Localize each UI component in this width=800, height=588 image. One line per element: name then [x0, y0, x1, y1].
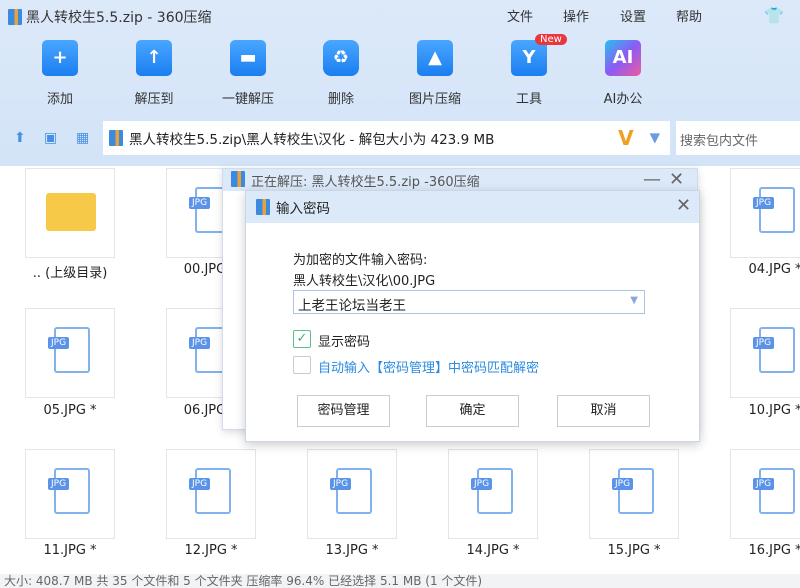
- folder-icon: [46, 193, 96, 231]
- address-bar[interactable]: 黑人转校生5.5.zip\黑人转校生\汉化 - 解包大小为 423.9 MB V ▼: [103, 121, 670, 155]
- header: 黑人转校生5.5.zip - 360压缩 文件 操作 设置 帮助 👕 + 添加 ↑…: [0, 0, 800, 166]
- zip-icon: [231, 171, 245, 187]
- status-bar: 大小: 408.7 MB 共 35 个文件和 5 个文件夹 压缩率 96.4% …: [0, 574, 800, 588]
- jpg-file-icon: JPG: [753, 337, 775, 349]
- file-item[interactable]: JPG: [448, 449, 538, 539]
- jpg-file-icon: JPG: [471, 478, 493, 490]
- parent-folder[interactable]: [25, 168, 115, 258]
- jpg-file-icon: JPG: [753, 478, 775, 490]
- extract-to-button[interactable]: ↑ 解压到: [114, 40, 194, 107]
- image-file-icon: ▲: [417, 40, 453, 76]
- add-icon: +: [42, 40, 78, 76]
- jpg-file-icon: JPG: [48, 337, 70, 349]
- file-item[interactable]: JPG: [730, 308, 800, 398]
- jpg-file-icon: JPG: [189, 197, 211, 209]
- recycle-bin-icon: ♻: [323, 40, 359, 76]
- password-manager-button[interactable]: 密码管理: [297, 395, 390, 427]
- password-dialog: 输入密码 ✕ 为加密的文件输入密码: 黑人转校生\汉化\00.JPG 上老王论坛…: [245, 190, 700, 442]
- password-input[interactable]: 上老王论坛当老王 ▼: [293, 290, 645, 314]
- menu-settings[interactable]: 设置: [620, 6, 646, 25]
- file-item[interactable]: JPG: [307, 449, 397, 539]
- zip-icon: [8, 9, 22, 25]
- window-title: 黑人转校生5.5.zip - 360压缩: [8, 7, 212, 27]
- show-password-checkbox[interactable]: ✓: [293, 330, 311, 348]
- close-icon[interactable]: ✕: [669, 169, 684, 190]
- ai-icon: AI: [605, 40, 641, 76]
- chevron-down-icon[interactable]: ▼: [640, 130, 670, 146]
- menu-help[interactable]: 帮助: [676, 6, 702, 25]
- chevron-down-icon[interactable]: ▼: [630, 295, 638, 306]
- extract-icon: ↑: [136, 40, 172, 76]
- minimize-icon[interactable]: —: [643, 169, 661, 190]
- image-compress-button[interactable]: ▲ 图片压缩: [395, 40, 475, 107]
- jpg-file-icon: JPG: [189, 478, 211, 490]
- close-icon[interactable]: ✕: [676, 195, 691, 216]
- ai-office-button[interactable]: AI AI办公: [583, 40, 663, 107]
- file-item[interactable]: JPG: [730, 168, 800, 258]
- tools-button[interactable]: Y New 工具: [489, 34, 569, 107]
- file-item[interactable]: JPG: [166, 449, 256, 539]
- file-item[interactable]: JPG: [589, 449, 679, 539]
- jpg-file-icon: JPG: [330, 478, 352, 490]
- jpg-file-icon: JPG: [48, 478, 70, 490]
- jpg-file-icon: JPG: [753, 197, 775, 209]
- v-logo-icon: V: [618, 126, 634, 150]
- add-button[interactable]: + 添加: [20, 40, 100, 107]
- grid-view-icon[interactable]: ▦: [76, 130, 89, 146]
- jpg-file-icon: JPG: [189, 337, 211, 349]
- skin-icon[interactable]: 👕: [764, 6, 784, 25]
- auto-fill-link[interactable]: 自动输入【密码管理】中密码匹配解密: [318, 357, 539, 376]
- file-item[interactable]: JPG: [25, 308, 115, 398]
- new-badge: New: [535, 34, 567, 45]
- zip-icon: [256, 199, 270, 215]
- search-input[interactable]: 搜索包内文件: [676, 121, 800, 155]
- folder-icon: ▬: [230, 40, 266, 76]
- menu-action[interactable]: 操作: [563, 6, 589, 25]
- zip-icon: [109, 130, 123, 146]
- one-click-extract-button[interactable]: ▬ 一键解压: [208, 40, 288, 107]
- delete-button[interactable]: ♻ 删除: [301, 40, 381, 107]
- detail-view-icon[interactable]: ▣: [44, 130, 57, 146]
- jpg-file-icon: JPG: [612, 478, 634, 490]
- menu-file[interactable]: 文件: [507, 6, 533, 25]
- file-item[interactable]: JPG: [25, 449, 115, 539]
- up-arrow-icon[interactable]: ⬆: [14, 130, 26, 146]
- auto-fill-checkbox[interactable]: [293, 356, 311, 374]
- cancel-button[interactable]: 取消: [557, 395, 650, 427]
- file-item[interactable]: JPG: [730, 449, 800, 539]
- ok-button[interactable]: 确定: [426, 395, 519, 427]
- tools-icon: Y: [511, 40, 547, 76]
